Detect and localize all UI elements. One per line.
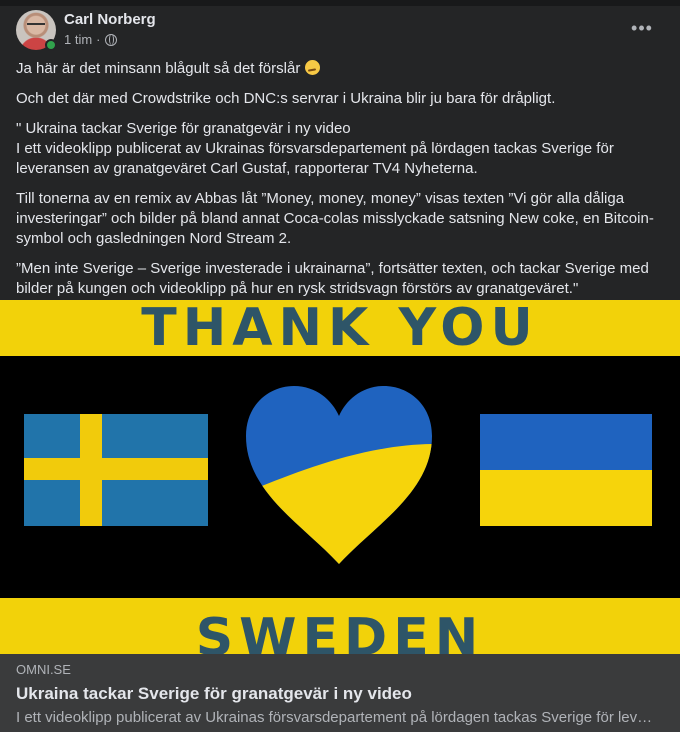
more-options-button[interactable]: •••	[628, 14, 656, 42]
author-name[interactable]: Carl Norberg	[64, 11, 156, 28]
post-paragraph: " Ukraina tackar Sverige för granatgevär…	[16, 119, 666, 179]
cross-horizontal	[24, 458, 208, 480]
paragraph-text: Ja här är det minsann blågult så det för…	[16, 60, 301, 77]
top-divider	[0, 0, 680, 6]
post-image[interactable]: THANK YOU SWEDEN	[0, 300, 680, 654]
ukraine-flag-yellow	[480, 470, 652, 526]
avatar-glasses	[27, 23, 45, 27]
paragraph-text: " Ukraina tackar Sverige för granatgevär…	[16, 120, 351, 137]
sweden-text: SWEDEN	[195, 608, 485, 654]
link-title[interactable]: Ukraina tackar Sverige för granatgevär i…	[16, 683, 664, 704]
online-status-icon	[45, 39, 57, 51]
cross-vertical	[80, 414, 102, 526]
meta-separator: ·	[96, 32, 101, 47]
post-header: Carl Norberg 1 tim · •••	[16, 10, 664, 54]
post-paragraph: Till tonerna av en remix av Abbas låt ”M…	[16, 190, 654, 247]
post-paragraph: Ja här är det minsann blågult så det för…	[16, 59, 666, 79]
post-paragraph: ”Men inte Sverige – Sverige investerade …	[16, 260, 649, 297]
thank-you-text: THANK YOU	[141, 300, 539, 358]
ukraine-heart-icon	[246, 386, 432, 564]
sweden-flag	[24, 414, 208, 526]
globe-icon[interactable]	[104, 33, 117, 46]
wink-emoji-icon	[304, 60, 320, 75]
ukraine-flag	[480, 414, 652, 526]
link-description: I ett videoklipp publicerat av Ukrainas …	[16, 709, 658, 726]
more-horizontal-icon: •••	[631, 18, 653, 38]
ukraine-flag-blue	[480, 414, 652, 470]
link-preview[interactable]: OMNI.SE Ukraina tackar Sverige för grana…	[0, 654, 680, 732]
paragraph-text: I ett videoklipp publicerat av Ukrainas …	[16, 140, 614, 177]
facebook-post: Carl Norberg 1 tim · ••• Ja här är det m…	[0, 0, 680, 732]
post-meta: 1 tim ·	[64, 32, 117, 47]
top-banner: THANK YOU	[0, 300, 680, 356]
bottom-banner: SWEDEN	[0, 598, 680, 654]
post-text: Ja här är det minsann blågult så det för…	[16, 59, 666, 309]
post-paragraph: Och det där med Crowdstrike och DNC:s se…	[16, 90, 556, 107]
post-time[interactable]: 1 tim	[64, 32, 92, 47]
link-domain: OMNI.SE	[16, 662, 71, 677]
